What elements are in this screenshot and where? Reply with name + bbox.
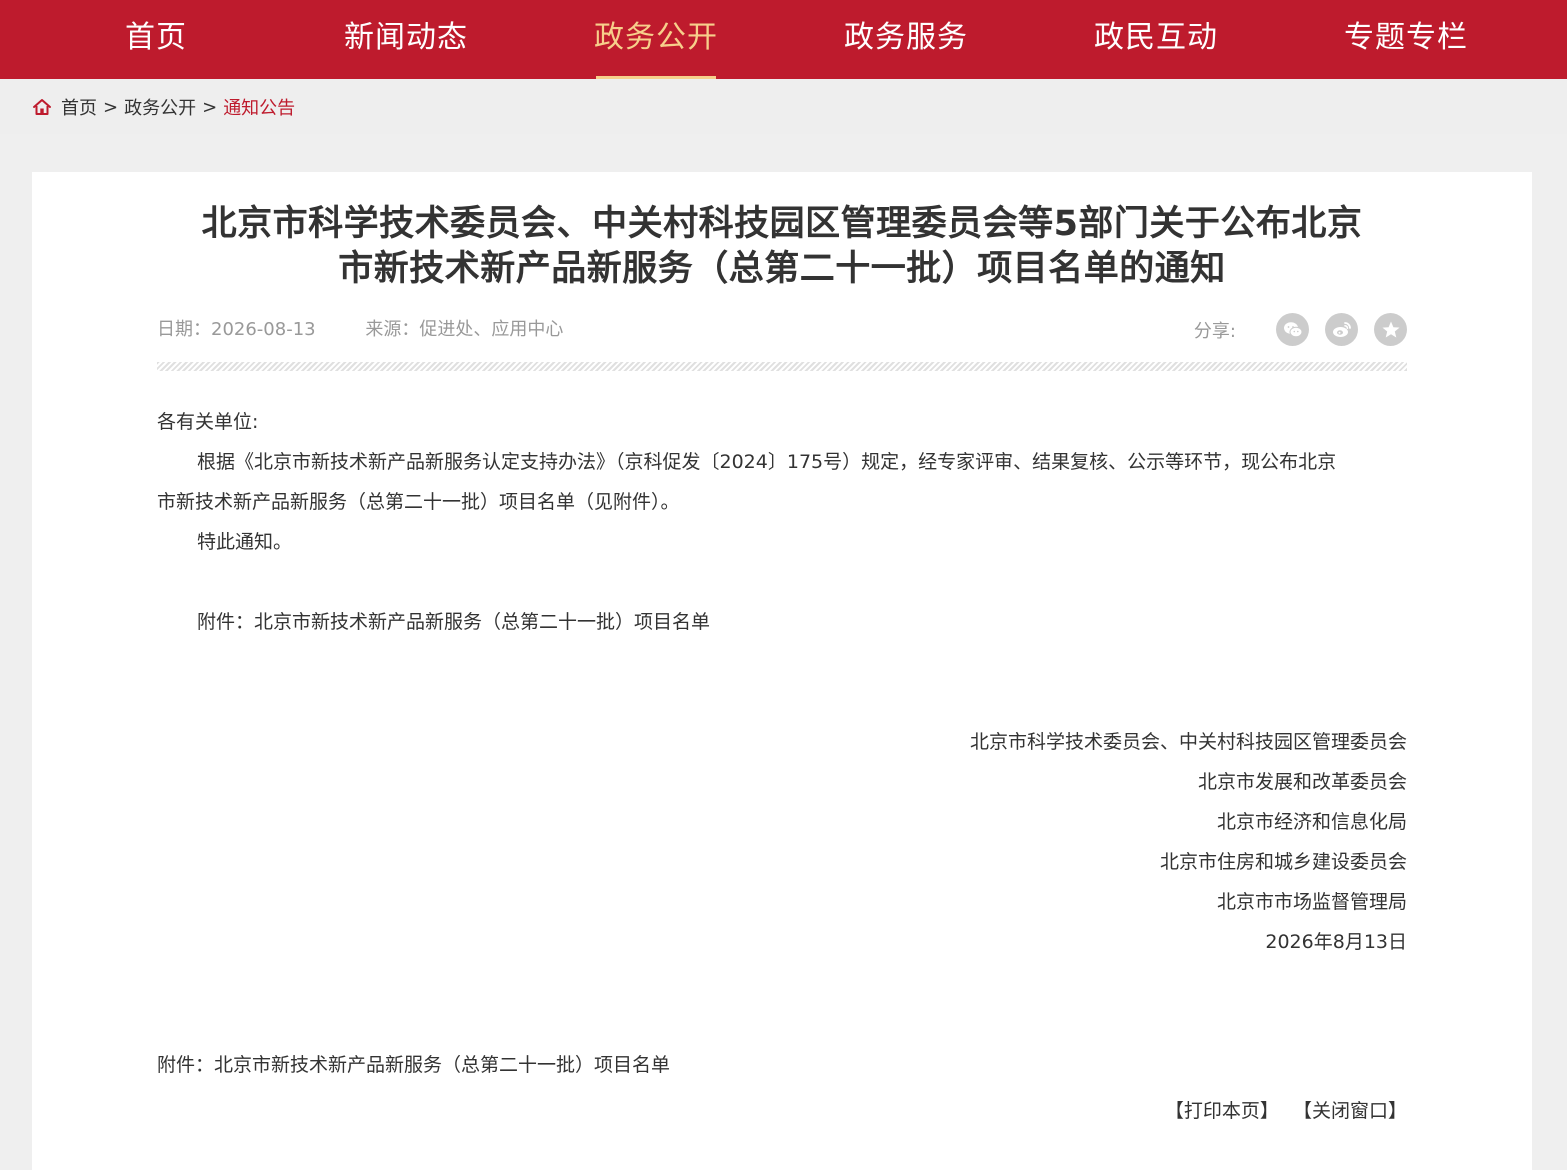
breadcrumb-bar: 首页 > 政务公开 > 通知公告	[0, 79, 1567, 134]
body-paragraph-line-1: 根据《北京市新技术新产品新服务认定支持办法》（京科促发〔2024〕175号）规定…	[197, 451, 1337, 473]
signatory-item: 北京市科学技术委员会、中关村科技园区管理委员会	[969, 731, 1407, 753]
article-title-line-2: 市新技术新产品新服务（总第二十一批）项目名单的通知	[338, 249, 1226, 289]
weibo-icon	[1332, 321, 1351, 337]
breadcrumb-current-notice[interactable]: 通知公告	[223, 94, 295, 120]
wechat-icon	[1283, 321, 1302, 337]
nav-item-special-topics[interactable]: 专题专栏	[1341, 0, 1471, 79]
nav-item-news[interactable]: 新闻动态	[341, 0, 471, 79]
breadcrumb-gov-affairs-link[interactable]: 政务公开	[124, 94, 196, 120]
wechat-share-button[interactable]	[1276, 313, 1309, 346]
breadcrumb: 首页 > 政务公开 > 通知公告	[32, 95, 295, 119]
closing-line: 特此通知。	[197, 531, 293, 553]
article-source: 来源：促进处、应用中心	[365, 319, 564, 340]
signatory-item: 北京市发展和改革委员会	[1197, 771, 1407, 793]
attachment-row: 附件：北京市新技术新产品新服务（总第二十一批）项目名单	[157, 1048, 670, 1082]
meta-divider	[157, 362, 1407, 371]
favorite-share-button[interactable]	[1374, 313, 1407, 346]
article-body: 各有关单位: 根据《北京市新技术新产品新服务认定支持办法》（京科促发〔2024〕…	[157, 402, 1407, 642]
print-page-button[interactable]: 【打印本页】	[1165, 1100, 1279, 1122]
article-meta: 日期：2026-08-13 来源：促进处、应用中心	[157, 315, 607, 341]
body-paragraph-line-2: 市新技术新产品新服务（总第二十一批）项目名单（见附件）。	[157, 491, 680, 513]
share-label: 分享:	[1193, 320, 1236, 342]
signatory-item: 北京市经济和信息化局	[1216, 811, 1407, 833]
body-paragraph: 根据《北京市新技术新产品新服务认定支持办法》（京科促发〔2024〕175号）规定…	[157, 442, 1407, 522]
article-title-line-1: 北京市科学技术委员会、中关村科技园区管理委员会等5部门关于公布北京	[201, 204, 1363, 244]
attachment-link[interactable]: 北京市新技术新产品新服务（总第二十一批）项目名单	[214, 1054, 670, 1076]
weibo-share-button[interactable]	[1325, 313, 1358, 346]
nav-item-gov-affairs-open[interactable]: 政务公开	[591, 0, 721, 79]
breadcrumb-home-link[interactable]: 首页	[61, 94, 97, 120]
signatory-item: 北京市住房和城乡建设委员会	[1159, 851, 1407, 873]
home-icon	[33, 99, 51, 115]
nav-item-interaction[interactable]: 政民互动	[1091, 0, 1221, 79]
top-navigation: 首页 新闻动态 政务公开 政务服务 政民互动 专题专栏	[0, 0, 1567, 79]
signed-date: 2026年8月13日	[1265, 931, 1407, 953]
breadcrumb-separator: >	[202, 96, 218, 118]
breadcrumb-separator: >	[103, 96, 119, 118]
article-card: 北京市科学技术委员会、中关村科技园区管理委员会等5部门关于公布北京 市新技术新产…	[32, 172, 1532, 1170]
close-window-button[interactable]: 【关闭窗口】	[1293, 1100, 1407, 1122]
article-title: 北京市科学技术委员会、中关村科技园区管理委员会等5部门关于公布北京 市新技术新产…	[157, 202, 1407, 292]
nav-item-home[interactable]: 首页	[91, 0, 221, 79]
signatory-item: 北京市市场监督管理局	[1216, 891, 1407, 913]
attachment-mention: 附件：北京市新技术新产品新服务（总第二十一批）项目名单	[197, 611, 711, 633]
publish-date: 日期：2026-08-13	[157, 319, 316, 340]
salutation: 各有关单位:	[157, 411, 259, 433]
favorite-icon	[1382, 321, 1399, 337]
signatories: 北京市科学技术委员会、中关村科技园区管理委员会 北京市发展和改革委员会 北京市经…	[970, 722, 1407, 962]
attachment-label: 附件：	[157, 1054, 215, 1076]
page-actions: 【打印本页】 【关闭窗口】	[1157, 1094, 1407, 1128]
share-bar: 分享:	[1194, 313, 1407, 346]
nav-item-gov-services[interactable]: 政务服务	[841, 0, 971, 79]
